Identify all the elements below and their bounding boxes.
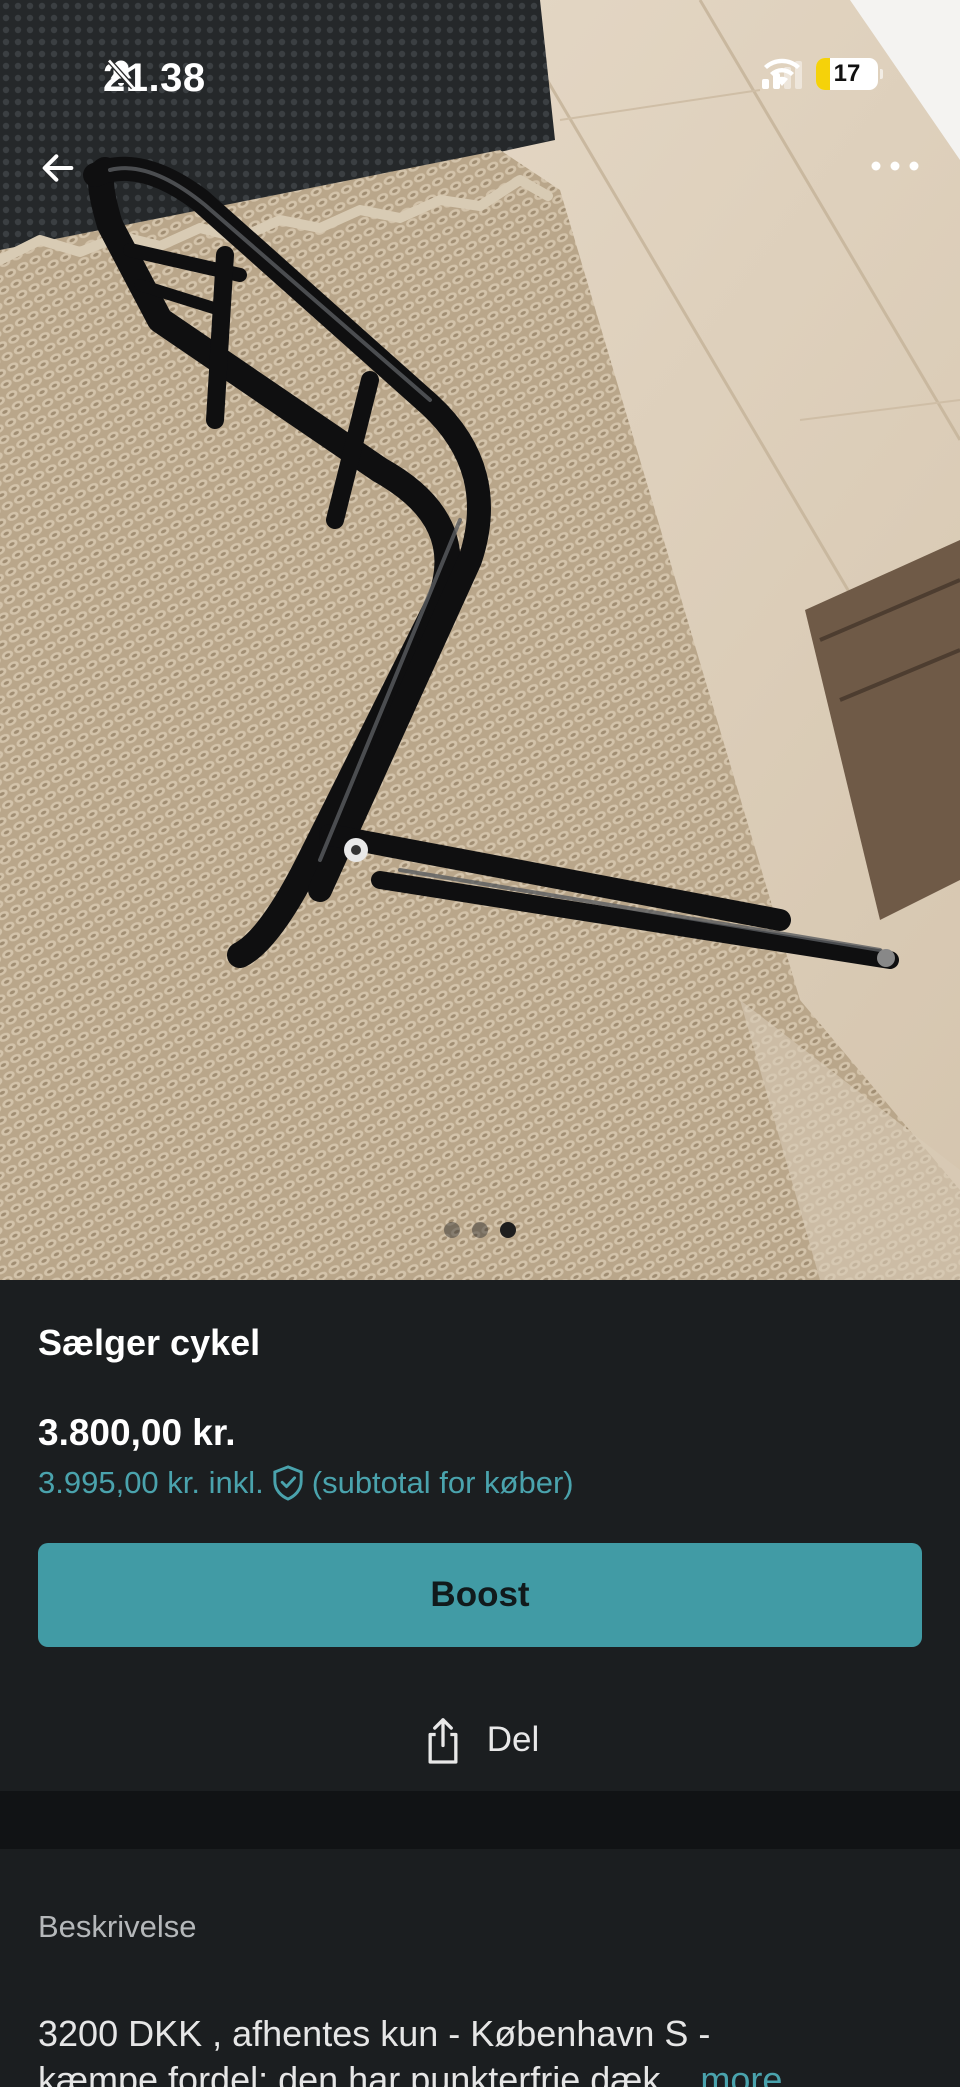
buyer-price-amount: 3.995,00 kr. inkl. xyxy=(38,1465,264,1500)
photo-illustration xyxy=(0,0,960,1280)
share-label: Del xyxy=(486,1720,540,1759)
pagination-dot[interactable] xyxy=(444,1222,460,1238)
listing-photo[interactable]: 21.38 17 xyxy=(0,0,960,1280)
photo-pagination[interactable] xyxy=(0,1222,960,1238)
shield-check-icon xyxy=(273,1465,303,1501)
share-button[interactable]: Del xyxy=(0,1700,960,1780)
buyer-price-note: (subtotal for køber) xyxy=(311,1465,574,1500)
description-section: Beskrivelse 3200 DKK , afhentes kun - Kø… xyxy=(0,1849,960,2087)
read-more-link[interactable]: more xyxy=(700,2059,782,2087)
share-icon xyxy=(428,1718,458,1764)
status-time: 21.38 xyxy=(103,56,206,101)
ellipsis-icon xyxy=(871,161,919,171)
arrow-left-icon xyxy=(42,154,74,182)
pagination-dot[interactable] xyxy=(472,1222,488,1238)
boost-button[interactable]: Boost xyxy=(38,1543,922,1647)
listing-price: 3.800,00 kr. xyxy=(38,1412,236,1453)
description-line-2: kæmpe fordel: den har punkterfrie dæk...… xyxy=(38,2057,922,2087)
pagination-dot-active[interactable] xyxy=(500,1222,516,1238)
listing-title: Sælger cykel xyxy=(38,1322,261,1363)
bell-muted-icon xyxy=(107,58,135,90)
section-divider xyxy=(0,1791,960,1849)
battery-level: 17 xyxy=(833,60,861,87)
status-bar: 21.38 17 xyxy=(0,0,960,150)
description-heading: Beskrivelse xyxy=(38,1909,197,1944)
battery-icon: 17 xyxy=(816,58,883,90)
buyer-price-info[interactable]: 3.995,00 kr. inkl. (subtotal for køber) xyxy=(38,1464,574,1502)
description-text-truncated: kæmpe fordel: den har punkterfrie dæk... xyxy=(38,2059,691,2087)
description-line-1: 3200 DKK , afhentes kun - København S - xyxy=(38,2013,711,2054)
wifi-icon xyxy=(764,58,800,86)
more-options-button[interactable] xyxy=(870,160,930,200)
back-button[interactable] xyxy=(38,148,94,204)
